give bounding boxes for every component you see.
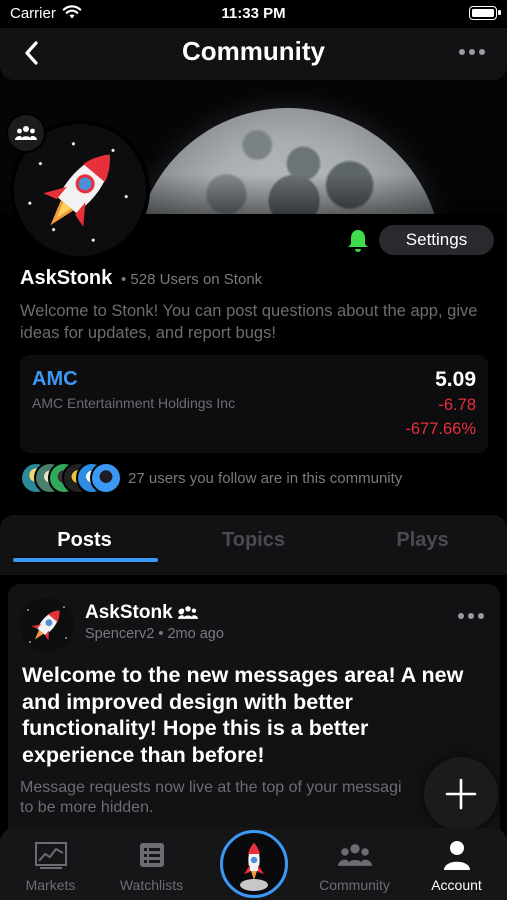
nav-bar: Community (0, 28, 507, 80)
group-icon (178, 606, 198, 619)
community-name: AskStonk (20, 267, 113, 289)
post-title: Welcome to the new messages area! A new … (22, 663, 464, 767)
status-bar: Carrier 11:33 PM (0, 0, 507, 28)
stock-card[interactable]: AMC AMC Entertainment Holdings Inc 5.09 … (20, 355, 488, 453)
stock-change: -6.78 (438, 396, 476, 414)
tab-topics[interactable]: Topics (169, 529, 338, 552)
group-badge (6, 113, 46, 153)
active-tab-indicator (13, 558, 158, 562)
community-icon (337, 844, 372, 866)
tab-watchlists[interactable]: Watchlists (101, 838, 202, 893)
stock-company: AMC Entertainment Holdings Inc (32, 395, 236, 411)
plus-icon (445, 778, 477, 810)
account-icon (443, 841, 470, 870)
follower-avatars[interactable] (20, 462, 140, 494)
tab-plays[interactable]: Plays (338, 529, 507, 552)
stock-change-percent: -677.66% (405, 420, 476, 438)
center-rocket-button[interactable] (220, 830, 288, 898)
post-author-name: AskStonk • (85, 602, 185, 623)
community-description: Welcome to Stonk! You can post questions… (20, 302, 478, 342)
followers-summary: 27 users you follow are in this communit… (128, 470, 403, 487)
watchlists-icon (139, 843, 164, 867)
rocket-icon (240, 843, 268, 891)
tab-community[interactable]: Community (304, 838, 405, 893)
post-meta: Spencerv2 • 2mo ago (85, 626, 224, 642)
new-post-button[interactable] (424, 757, 498, 831)
post-more-button[interactable] (458, 606, 488, 626)
page-title: Community (182, 36, 325, 66)
post-author-avatar[interactable] (20, 598, 74, 652)
markets-chart-icon (34, 842, 67, 869)
avatar (90, 462, 122, 494)
clock: 11:33 PM (221, 5, 286, 22)
post-body: Message requests now live at the top of … (20, 779, 402, 816)
group-icon (15, 126, 37, 140)
rocket-icon (27, 606, 67, 643)
tab-posts[interactable]: Posts (0, 529, 169, 552)
battery-icon (469, 6, 501, 20)
community-tabs: Posts Topics Plays (0, 515, 507, 575)
stock-ticker: AMC (32, 368, 78, 390)
tab-account[interactable]: Account (406, 838, 507, 893)
more-options-button[interactable] (459, 40, 489, 64)
more-icon (459, 40, 489, 64)
tab-markets-label: Markets (25, 877, 76, 893)
more-icon (458, 606, 488, 626)
notification-bell-button[interactable] (346, 228, 370, 254)
tab-account-label: Account (431, 877, 482, 893)
settings-button[interactable]: Settings (379, 225, 494, 255)
stock-price: 5.09 (435, 368, 476, 391)
bell-icon (348, 230, 368, 252)
tab-markets[interactable]: Markets (0, 838, 101, 893)
tab-watchlists-label: Watchlists (119, 877, 184, 893)
community-user-count: • 528 Users on Stonk (121, 271, 263, 288)
tab-community-label: Community (319, 877, 390, 893)
